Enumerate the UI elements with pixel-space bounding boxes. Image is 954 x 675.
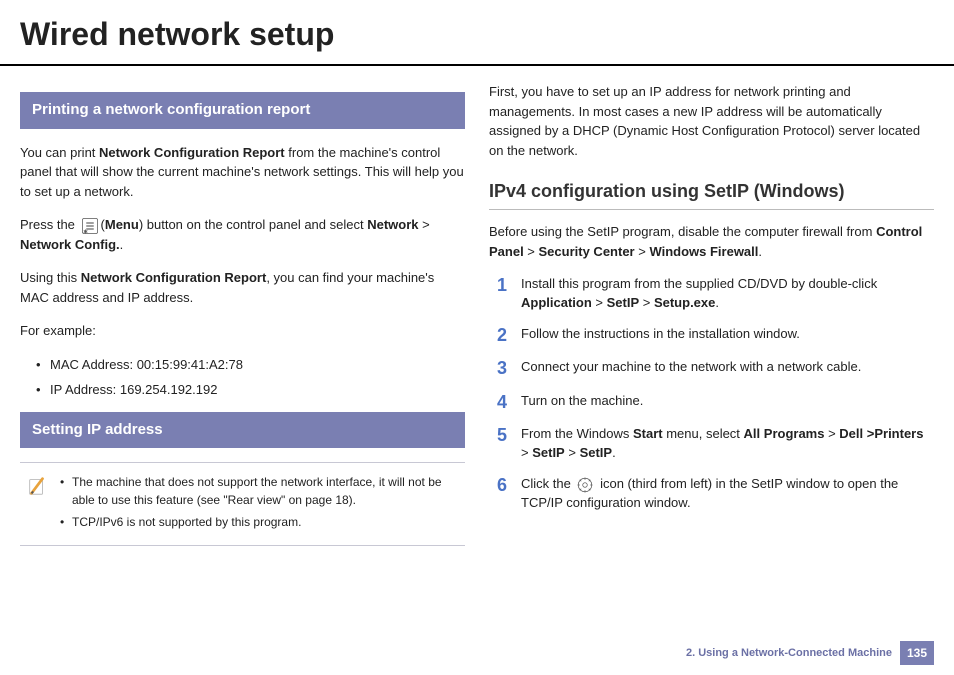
right-column: First, you have to set up an IP address … xyxy=(489,82,934,550)
bold: Network Config. xyxy=(20,237,120,252)
text: Click the xyxy=(521,476,574,491)
text: > xyxy=(521,445,532,460)
left-column: Printing a network configuration report … xyxy=(20,82,465,550)
step-text: From the Windows Start menu, select All … xyxy=(521,425,934,463)
bold: Security Center xyxy=(539,244,635,259)
step-text: Connect your machine to the network with… xyxy=(521,358,934,377)
menu-button-icon: ✱ xyxy=(81,217,99,235)
svg-text:✱: ✱ xyxy=(83,229,87,235)
bold: SetIP xyxy=(532,445,565,460)
step-item: 5 From the Windows Start menu, select Al… xyxy=(489,425,934,463)
para-menu-press: Press the ✱(Menu) button on the control … xyxy=(20,215,465,254)
text: > xyxy=(419,217,430,232)
list-item: TCP/IPv6 is not supported by this progra… xyxy=(60,513,459,531)
step-item: 3 Connect your machine to the network wi… xyxy=(489,358,934,380)
text: > xyxy=(824,426,839,441)
para-using-report: Using this Network Configuration Report,… xyxy=(20,268,465,307)
para-intro: First, you have to set up an IP address … xyxy=(489,82,934,160)
note-pencil-icon xyxy=(26,475,48,497)
step-number: 2 xyxy=(489,325,507,347)
subhead-rule xyxy=(489,209,934,210)
text: Before using the SetIP program, disable … xyxy=(489,224,876,239)
list-item: MAC Address: 00:15:99:41:A2:78 xyxy=(36,355,465,375)
bold: Dell >Printers xyxy=(839,426,923,441)
step-number: 1 xyxy=(489,275,507,297)
subhead-ipv4: IPv4 configuration using SetIP (Windows) xyxy=(489,178,934,205)
step-item: 4 Turn on the machine. xyxy=(489,392,934,414)
text: . xyxy=(715,295,719,310)
text: You can print xyxy=(20,145,99,160)
example-bullets: MAC Address: 00:15:99:41:A2:78 IP Addres… xyxy=(36,355,465,400)
text: From the Windows xyxy=(521,426,633,441)
content-columns: Printing a network configuration report … xyxy=(0,74,954,550)
steps-list: 1 Install this program from the supplied… xyxy=(489,275,934,513)
note-bullets: The machine that does not support the ne… xyxy=(60,473,459,535)
text: > xyxy=(592,295,607,310)
text: Using this xyxy=(20,270,81,285)
list-item: The machine that does not support the ne… xyxy=(60,473,459,509)
list-item: IP Address: 169.254.192.192 xyxy=(36,380,465,400)
text: . xyxy=(758,244,762,259)
para-pre-steps: Before using the SetIP program, disable … xyxy=(489,222,934,261)
section-head-print-report: Printing a network configuration report xyxy=(20,92,465,129)
step-number: 3 xyxy=(489,358,507,380)
bold: Network Configuration Report xyxy=(99,145,285,160)
step-text: Click the icon (third from left) in the … xyxy=(521,475,934,513)
step-text: Follow the instructions in the installat… xyxy=(521,325,934,344)
bold: Network xyxy=(367,217,418,232)
text: . xyxy=(612,445,616,460)
page-number: 135 xyxy=(900,641,934,665)
text: Install this program from the supplied C… xyxy=(521,276,877,291)
para-print-report: You can print Network Configuration Repo… xyxy=(20,143,465,202)
bold: SetIP xyxy=(607,295,640,310)
note-box: The machine that does not support the ne… xyxy=(20,462,465,546)
para-for-example: For example: xyxy=(20,321,465,341)
bold: Menu xyxy=(105,217,139,232)
step-number: 5 xyxy=(489,425,507,447)
step-text: Install this program from the supplied C… xyxy=(521,275,934,313)
bold: Network Configuration Report xyxy=(81,270,267,285)
step-item: 2 Follow the instructions in the install… xyxy=(489,325,934,347)
text: > xyxy=(639,295,654,310)
step-number: 6 xyxy=(489,475,507,497)
bold: SetIP xyxy=(580,445,613,460)
text: > xyxy=(524,244,539,259)
footer-chapter: 2. Using a Network-Connected Machine xyxy=(686,645,892,662)
text: ) button on the control panel and select xyxy=(139,217,367,232)
section-head-setting-ip: Setting IP address xyxy=(20,412,465,449)
bold: Setup.exe xyxy=(654,295,715,310)
text: > xyxy=(635,244,650,259)
text: > xyxy=(565,445,580,460)
title-rule xyxy=(0,64,954,66)
text: . xyxy=(120,237,124,252)
setip-gear-icon xyxy=(576,476,594,494)
page-title: Wired network setup xyxy=(0,0,954,64)
bold: All Programs xyxy=(744,426,825,441)
step-text: Turn on the machine. xyxy=(521,392,934,411)
bold: Application xyxy=(521,295,592,310)
step-number: 4 xyxy=(489,392,507,414)
page-footer: 2. Using a Network-Connected Machine 135 xyxy=(686,641,934,665)
bold: Start xyxy=(633,426,663,441)
step-item: 1 Install this program from the supplied… xyxy=(489,275,934,313)
text: menu, select xyxy=(663,426,744,441)
step-item: 6 Click the icon (third from left) in th… xyxy=(489,475,934,513)
text: Press the xyxy=(20,217,79,232)
bold: Windows Firewall xyxy=(649,244,758,259)
